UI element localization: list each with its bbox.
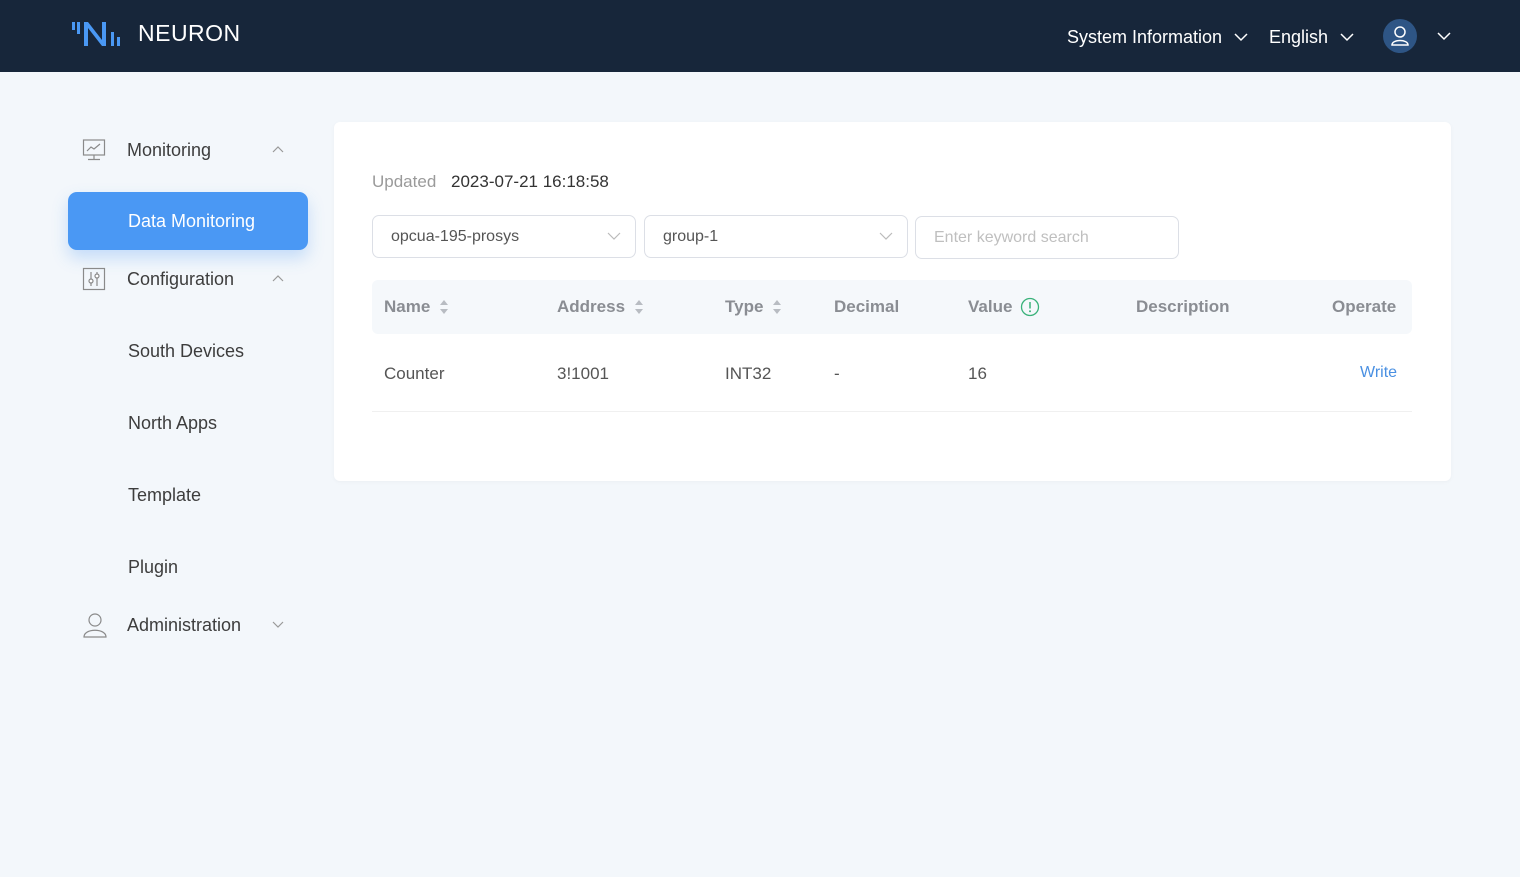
group-select-value: group-1 [663,228,718,246]
sidebar-group-administration[interactable]: Administration [68,600,308,650]
sort-icon[interactable] [439,299,449,315]
updated-label: Updated [372,172,436,191]
cell-name: Counter [384,364,444,384]
monitor-chart-icon [82,138,106,162]
language-menu[interactable]: English [1269,27,1354,48]
column-header-type[interactable]: Type [725,297,782,317]
column-label: Type [725,297,763,317]
data-monitoring-card: Updated 2023-07-21 16:18:58 opcua-195-pr… [334,122,1451,481]
sidebar-item-data-monitoring[interactable]: Data Monitoring [68,192,308,250]
logo-text: NEURON [138,20,241,47]
sidebar-item-south-devices[interactable]: South Devices [68,322,308,380]
system-information-label: System Information [1067,27,1222,48]
column-header-decimal: Decimal [834,297,899,317]
column-label: Value [968,297,1012,317]
user-avatar[interactable] [1383,19,1417,53]
sidebar-group-label: Configuration [127,269,234,290]
user-icon [1390,25,1410,47]
column-label: Address [557,297,625,317]
chevron-down-icon [879,232,893,241]
column-header-address[interactable]: Address [557,297,644,317]
sidebar-item-north-apps[interactable]: North Apps [68,394,308,452]
table-header: Name Address Type Decimal Value Descript… [372,280,1412,334]
sidebar: Monitoring Data Monitoring Configuration… [0,72,330,877]
chevron-up-icon [272,146,284,154]
sidebar-item-label: Plugin [128,557,178,578]
cell-decimal: - [834,364,840,384]
keyword-search-input[interactable] [915,216,1179,259]
table-row: Counter 3!1001 INT32 - 16 Write [372,336,1412,412]
cell-type: INT32 [725,364,771,384]
sidebar-item-plugin[interactable]: Plugin [68,538,308,596]
write-link[interactable]: Write [1360,364,1397,382]
group-select[interactable]: group-1 [644,215,908,258]
info-icon[interactable] [1020,297,1040,317]
sidebar-item-label: Data Monitoring [128,211,255,232]
chevron-down-icon [1340,33,1354,42]
chevron-down-icon [272,621,284,629]
cell-address: 3!1001 [557,364,609,384]
column-label: Decimal [834,297,899,317]
column-header-value: Value [968,297,1040,317]
chevron-down-icon [1234,33,1248,42]
updated-timestamp: 2023-07-21 16:18:58 [451,172,609,191]
sidebar-item-label: South Devices [128,341,244,362]
system-information-menu[interactable]: System Information [1067,27,1248,48]
sidebar-group-monitoring[interactable]: Monitoring [68,125,308,175]
sidebar-group-label: Monitoring [127,140,211,161]
user-icon [82,612,108,638]
node-select[interactable]: opcua-195-prosys [372,215,636,258]
sidebar-group-configuration[interactable]: Configuration [68,254,308,304]
updated-info: Updated 2023-07-21 16:18:58 [372,172,609,192]
user-menu-chevron-icon[interactable] [1437,32,1451,41]
column-header-name[interactable]: Name [384,297,449,317]
top-header: NEURON System Information English [0,0,1520,72]
sort-icon[interactable] [772,299,782,315]
sidebar-item-template[interactable]: Template [68,466,308,524]
column-header-operate: Operate [1332,297,1396,317]
sort-icon[interactable] [634,299,644,315]
cell-value: 16 [968,364,987,384]
column-label: Description [1136,297,1230,317]
logo: NEURON [70,18,241,48]
neuron-logo-icon [70,18,126,48]
chevron-up-icon [272,275,284,283]
column-header-description: Description [1136,297,1230,317]
sidebar-item-label: North Apps [128,413,217,434]
node-select-value: opcua-195-prosys [391,228,519,246]
sidebar-group-label: Administration [127,615,241,636]
chevron-down-icon [607,232,621,241]
column-label: Operate [1332,297,1396,317]
sidebar-item-label: Template [128,485,201,506]
sliders-icon [82,267,106,291]
language-label: English [1269,27,1328,48]
column-label: Name [384,297,430,317]
